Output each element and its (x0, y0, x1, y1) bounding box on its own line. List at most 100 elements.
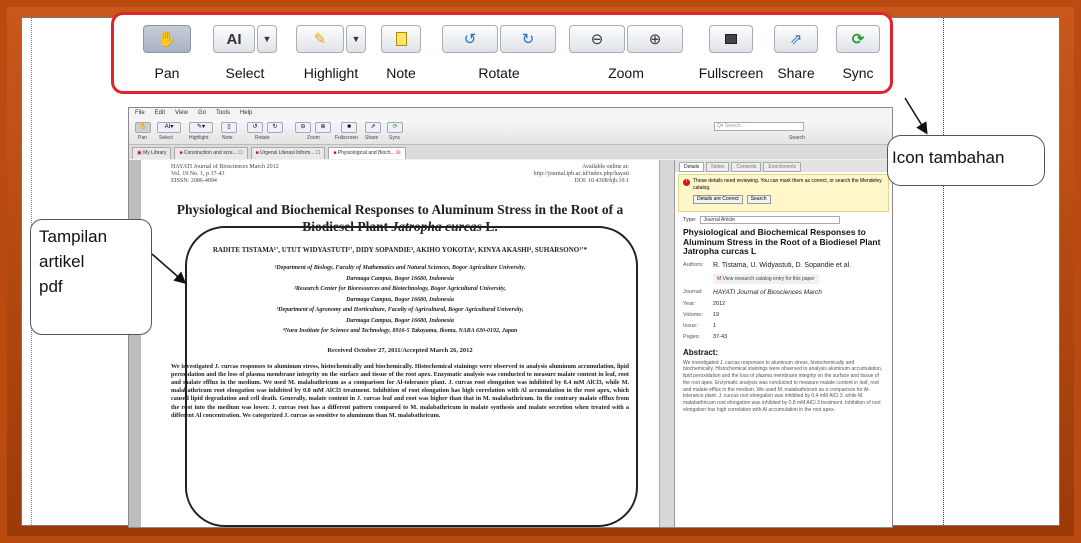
menu-view[interactable]: View (175, 110, 188, 117)
select-button[interactable]: AI (213, 25, 255, 53)
tab-enrichments[interactable]: Enrichments (763, 162, 802, 172)
fullscreen-icon (725, 34, 737, 44)
warning-icon: ! (683, 179, 690, 186)
select-group: AI ▼ Select (202, 25, 288, 81)
journal-label: Journal: (683, 288, 703, 295)
journal-line: HAYATI Journal of Biosciences March 2012 (171, 164, 279, 170)
menu-go[interactable]: Go (198, 110, 206, 117)
close-icon[interactable]: ☒ (396, 150, 400, 156)
mini-fullscreen-label: Fullscreen (335, 135, 359, 141)
note-button[interactable] (381, 25, 421, 53)
caret-down-icon: ▼ (262, 34, 272, 44)
doi-line: DOI: 10.4308/hjb.19.1 (574, 178, 629, 184)
mini-zoom-out-button[interactable]: ⊖ (295, 122, 311, 133)
catalog-link-text: View research catalog entry for this pap… (722, 275, 815, 282)
select-label: Select (225, 65, 265, 81)
note-group: Note (370, 25, 432, 81)
highlight-label: Highlight (303, 65, 359, 81)
callout-pdf-line: artikel (39, 252, 85, 271)
mini-highlight-label: Highlight (189, 135, 209, 141)
mini-toolbar: ✋ AI▾ ✎▾ ▯ ↺ ↻ ⊖ ⊕ ■ ⇗ ⟳ Pan Select High… (129, 119, 892, 145)
caret-down-icon: ▼ (351, 34, 361, 44)
mini-select-button[interactable]: AI▾ (157, 122, 181, 133)
zoom-in-icon: ⊕ (648, 31, 662, 48)
details-correct-button[interactable]: Details are Correct (693, 195, 743, 204)
catalog-search-button[interactable]: Search (746, 195, 771, 204)
tab-label: Urgensi Literasi Inform... (260, 150, 315, 156)
issue-label: Issue: (683, 322, 698, 329)
volume-line: Vol. 19 No. 1, p 37-43 (171, 171, 225, 177)
mini-rotate-left-button[interactable]: ↺ (247, 122, 263, 133)
mini-pan-button[interactable]: ✋ (135, 122, 151, 133)
note-label: Note (386, 65, 416, 81)
rotate-label: Rotate (478, 65, 520, 81)
sync-group: ⟳ Sync (828, 25, 888, 81)
menu-bar: File Edit View Go Tools Help (129, 108, 892, 119)
volume-value[interactable]: 19 (713, 312, 719, 318)
tab-label: Construction and scre... (183, 150, 237, 156)
tab-label: Physiological and Bioch... (337, 150, 395, 156)
type-select[interactable]: Journal Article (700, 216, 841, 224)
journal-value[interactable]: HAYATI Journal of Biosciences March (713, 289, 822, 296)
issue-value[interactable]: 1 (713, 323, 716, 329)
callout-pdf-line: Tampilan (39, 227, 108, 246)
mini-sync-button[interactable]: ⟳ (387, 122, 403, 133)
menu-file[interactable]: File (135, 110, 145, 117)
menu-help[interactable]: Help (240, 110, 252, 117)
fullscreen-group: Fullscreen (694, 25, 768, 81)
menu-tools[interactable]: Tools (216, 110, 230, 117)
search-label: Search (789, 135, 805, 141)
callout-tampilan-pdf: Tampilan artikel pdf (30, 219, 152, 335)
catalog-link[interactable]: M View research catalog entry for this p… (713, 273, 819, 284)
tab-notes[interactable]: Notes (706, 162, 730, 172)
mini-rotate-right-button[interactable]: ↻ (267, 122, 283, 133)
search-input[interactable]: Q▾ Search... (714, 122, 804, 131)
tab-document-active[interactable]: ■ Physiological and Bioch... ☒ (328, 147, 406, 159)
menu-edit[interactable]: Edit (155, 110, 165, 117)
details-tabs: Details Notes Contents Enrichments (675, 160, 892, 172)
article-highlight-oval (185, 226, 638, 527)
highlight-button[interactable]: ✎ (296, 25, 344, 53)
pan-button[interactable]: ✋ (143, 25, 191, 53)
rotate-left-button[interactable]: ↺ (442, 25, 498, 53)
mini-highlight-button[interactable]: ✎▾ (189, 122, 213, 133)
mini-share-button[interactable]: ⇗ (365, 122, 381, 133)
share-button[interactable]: ⇗ (774, 25, 818, 53)
share-icon: ⇗ (789, 31, 803, 48)
mini-sync-label: Sync (389, 135, 401, 141)
tab-my-library[interactable]: ▣ My Library (132, 147, 172, 159)
zoom-in-button[interactable]: ⊕ (627, 25, 683, 53)
mini-fullscreen-button[interactable]: ■ (341, 122, 357, 133)
fullscreen-button[interactable] (709, 25, 753, 53)
mini-zoom-in-button[interactable]: ⊕ (315, 122, 331, 133)
details-body: Type: Journal Article Physiological and B… (675, 214, 892, 416)
callout-icon-tambahan: Icon tambahan (887, 135, 1045, 186)
authors-value[interactable]: R. Tistama, U. Widyastuti, D. Sopandie e… (713, 262, 851, 269)
document-tabs: ▣ My Library ■ Construction and scre... … (129, 145, 892, 159)
highlight-group: ✎ ▼ Highlight (288, 25, 374, 81)
authors-label: Authors: (683, 261, 704, 268)
sync-icon: ⟳ (851, 31, 865, 48)
guide-line (943, 18, 944, 525)
zoom-out-button[interactable]: ⊖ (569, 25, 625, 53)
sync-button[interactable]: ⟳ (836, 25, 880, 53)
sync-label: Sync (842, 65, 874, 81)
select-dropdown[interactable]: ▼ (257, 25, 277, 53)
tab-document[interactable]: ■ Urgensi Literasi Inform... ☐ (250, 147, 326, 159)
highlight-dropdown[interactable]: ▼ (346, 25, 366, 53)
online-line: Available online at: (582, 164, 629, 170)
details-title[interactable]: Physiological and Biochemical Responses … (683, 227, 884, 257)
rotate-right-button[interactable]: ↻ (500, 25, 556, 53)
rotate-group: ↺ ↻ Rotate (440, 25, 558, 81)
vertical-scrollbar[interactable] (659, 160, 674, 527)
tab-document[interactable]: ■ Construction and scre... ☐ (174, 147, 248, 159)
tab-contents[interactable]: Contents (731, 162, 762, 172)
zoom-out-icon: ⊖ (590, 31, 604, 48)
mini-note-button[interactable]: ▯ (221, 122, 237, 133)
pages-value[interactable]: 37-43 (713, 334, 727, 340)
year-value[interactable]: 2012 (713, 301, 725, 307)
type-label: Type: (683, 217, 697, 223)
pan-group: ✋ Pan (136, 25, 198, 81)
tab-details[interactable]: Details (679, 162, 705, 172)
abstract-text[interactable]: We investigated J. curcas responses to a… (683, 360, 884, 414)
